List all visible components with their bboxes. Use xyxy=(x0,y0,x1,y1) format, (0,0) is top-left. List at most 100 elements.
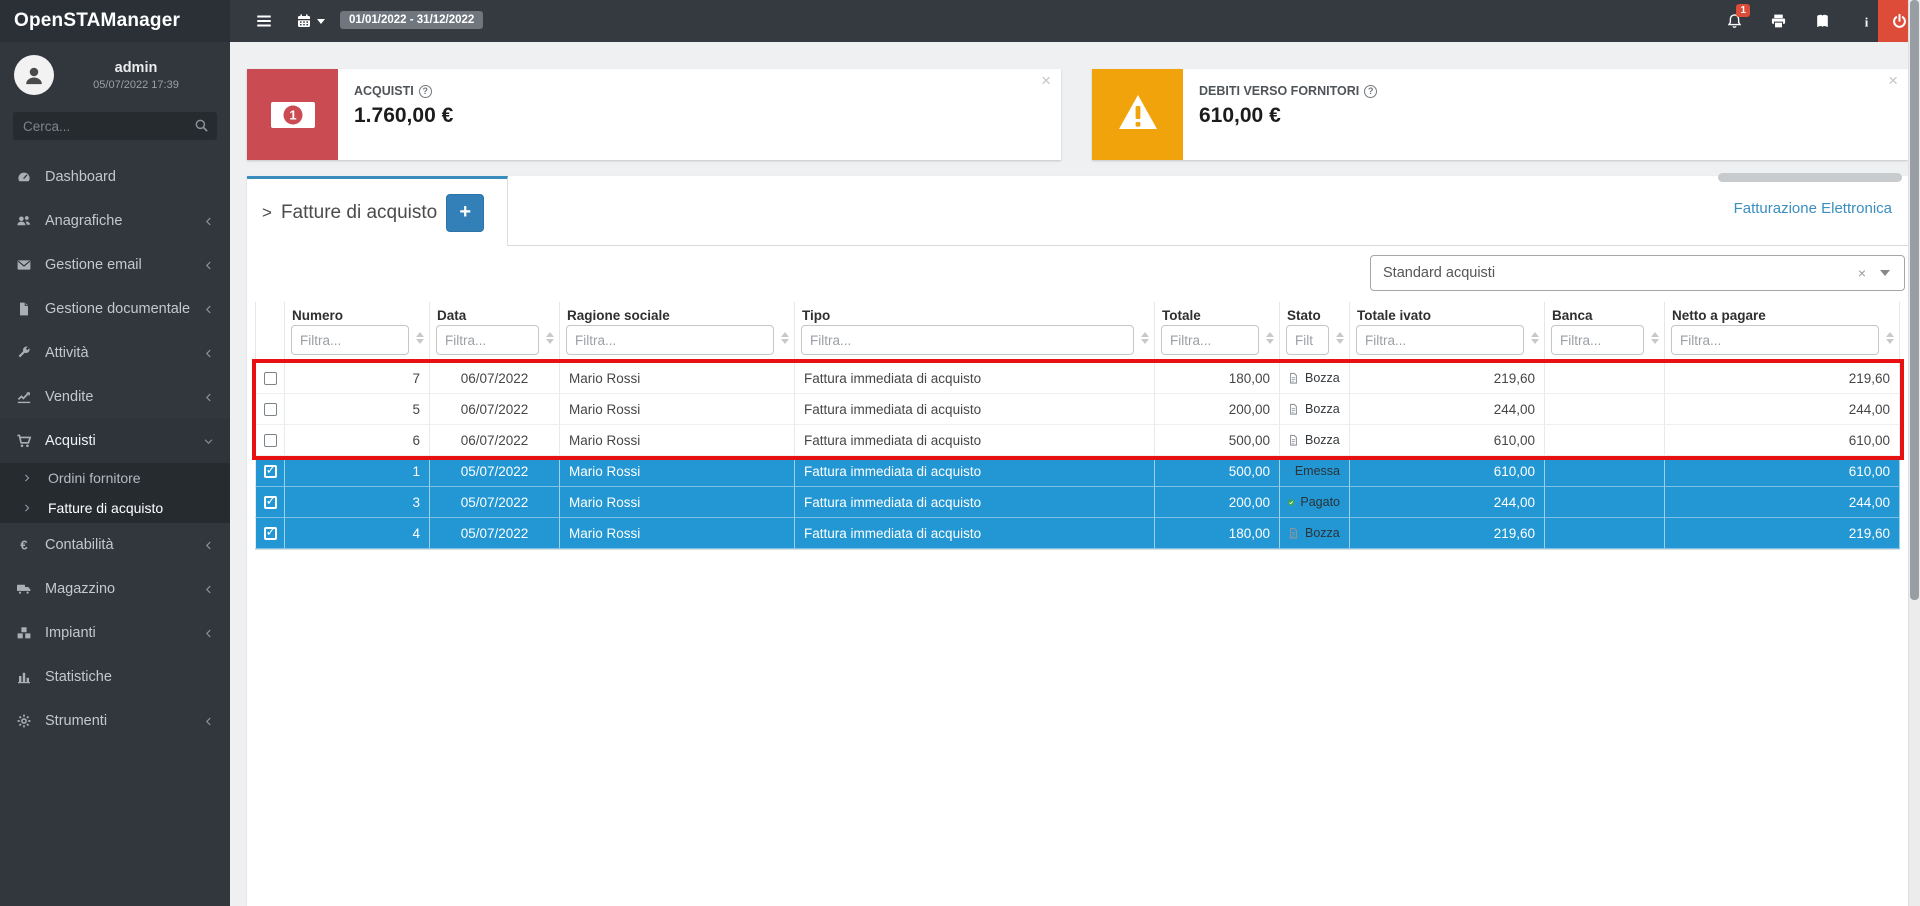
sidebar-item-gestione-email[interactable]: Gestione email xyxy=(0,243,230,287)
avatar[interactable] xyxy=(14,55,54,95)
filter-input-numero[interactable] xyxy=(291,325,409,355)
sort-arrows[interactable] xyxy=(416,332,424,344)
sort-arrows[interactable] xyxy=(1141,332,1149,344)
sort-arrows[interactable] xyxy=(781,332,789,344)
invoice-row[interactable]: 405/07/2022Mario RossiFattura immediata … xyxy=(255,518,1900,549)
sort-arrows[interactable] xyxy=(1886,332,1894,344)
bell-button[interactable]: 1 xyxy=(1712,0,1756,42)
column-header[interactable]: Tipo xyxy=(795,302,1155,323)
help-icon: ? xyxy=(1364,85,1377,98)
filter-input-totale[interactable] xyxy=(1161,325,1259,355)
money-bill-icon: 1 xyxy=(267,89,319,141)
cell-tipo: Fattura immediata di acquisto xyxy=(795,487,1155,518)
truck-icon xyxy=(16,581,32,597)
sidebar-item-gestione-documentale[interactable]: Gestione documentale xyxy=(0,287,230,331)
sidebar-item-dashboard[interactable]: Dashboard xyxy=(0,155,230,199)
sidebar-menu: DashboardAnagraficheGestione emailGestio… xyxy=(0,155,230,743)
cell-stato: Bozza xyxy=(1280,394,1350,425)
invoice-row[interactable]: 105/07/2022Mario RossiFattura immediata … xyxy=(255,456,1900,487)
column-header[interactable]: Numero xyxy=(285,302,430,323)
sidebar-item-strumenti[interactable]: Strumenti xyxy=(0,699,230,743)
sidebar-item-magazzino[interactable]: Magazzino xyxy=(0,567,230,611)
filter-input-banca[interactable] xyxy=(1551,325,1644,355)
invoice-row[interactable]: 305/07/2022Mario RossiFattura immediata … xyxy=(255,487,1900,518)
add-invoice-button[interactable]: + xyxy=(446,194,484,232)
select-value: Standard acquisti xyxy=(1371,265,1844,281)
sidebar-item-attivit-[interactable]: Attività xyxy=(0,331,230,375)
user-name: admin xyxy=(54,60,218,76)
help-icon: ? xyxy=(419,85,432,98)
filter-input-ragione-sociale[interactable] xyxy=(566,325,774,355)
info-box-label: DEBITI VERSO FORNITORI xyxy=(1199,84,1359,98)
search-input[interactable] xyxy=(12,111,218,141)
row-checkbox[interactable] xyxy=(264,527,277,540)
column-header[interactable]: Stato xyxy=(1280,302,1350,323)
sidebar-toggle-button[interactable] xyxy=(244,0,284,42)
hamburger-icon xyxy=(255,12,273,30)
column-header[interactable]: Totale ivato xyxy=(1350,302,1545,323)
chev-left-icon xyxy=(203,584,214,595)
close-icon[interactable]: × xyxy=(1041,71,1051,91)
sidebar-item-statistiche[interactable]: Statistiche xyxy=(0,655,230,699)
date-range-button[interactable] xyxy=(284,0,336,42)
select-clear-icon[interactable]: × xyxy=(1844,265,1880,281)
filter-input-data[interactable] xyxy=(436,325,539,355)
cell-netto_a_pagare: 244,00 xyxy=(1665,487,1900,518)
column-header[interactable]: Banca xyxy=(1545,302,1665,323)
column-header[interactable]: Totale xyxy=(1155,302,1280,323)
column-header[interactable]: Data xyxy=(430,302,560,323)
filter-input-stato[interactable] xyxy=(1286,325,1329,355)
search-icon xyxy=(194,118,209,133)
date-range-badge[interactable]: 01/01/2022 - 31/12/2022 xyxy=(340,11,483,29)
sidebar-item-contabilit-[interactable]: €Contabilità xyxy=(0,523,230,567)
sidebar-item-label: Contabilità xyxy=(45,537,203,553)
row-checkbox[interactable] xyxy=(264,372,277,385)
row-checkbox[interactable] xyxy=(264,434,277,447)
invoice-row[interactable]: 606/07/2022Mario RossiFattura immediata … xyxy=(255,425,1900,456)
sidebar-item-anagrafiche[interactable]: Anagrafiche xyxy=(0,199,230,243)
info-box-label: ACQUISTI xyxy=(354,84,414,98)
cell-banca xyxy=(1545,394,1665,425)
sidebar-subitem-ordini-fornitore[interactable]: Ordini fornitore xyxy=(0,463,230,493)
column-header[interactable]: Netto a pagare xyxy=(1665,302,1900,323)
cell-stato: Emessa xyxy=(1280,456,1350,487)
cell-ragione_sociale: Mario Rossi xyxy=(560,425,795,456)
chev-left-icon xyxy=(203,392,214,403)
sort-arrows[interactable] xyxy=(546,332,554,344)
fatturazione-elettronica-link[interactable]: Fatturazione Elettronica xyxy=(1734,200,1892,217)
printer-button[interactable] xyxy=(1756,0,1800,42)
openstamanager-app: OpenSTAManager 01/01/2022 - 31/12/2022 1… xyxy=(0,0,1920,906)
print-template-select[interactable]: Standard acquisti × xyxy=(1370,255,1905,291)
sort-arrows[interactable] xyxy=(1531,332,1539,344)
status-badge: Emessa xyxy=(1295,464,1340,478)
scrollbar-thumb[interactable] xyxy=(1910,0,1919,600)
filter-input-totale-ivato[interactable] xyxy=(1356,325,1524,355)
cell-stato: Bozza xyxy=(1280,363,1350,394)
filter-input-tipo[interactable] xyxy=(801,325,1134,355)
book-button[interactable] xyxy=(1800,0,1844,42)
chev-right-icon xyxy=(22,473,32,483)
invoice-row[interactable]: 506/07/2022Mario RossiFattura immediata … xyxy=(255,394,1900,425)
filter-input-netto-a-pagare[interactable] xyxy=(1671,325,1879,355)
user-timestamp: 05/07/2022 17:39 xyxy=(54,79,218,91)
money-bill-icon: 1 xyxy=(247,69,338,160)
sidebar-subitem-label: Ordini fornitore xyxy=(48,470,141,486)
row-checkbox[interactable] xyxy=(264,465,277,478)
close-icon[interactable]: × xyxy=(1888,71,1898,91)
column-header[interactable]: Ragione sociale xyxy=(560,302,795,323)
sort-arrows[interactable] xyxy=(1266,332,1274,344)
chevron-down-icon xyxy=(1880,270,1890,276)
sidebar-item-acquisti[interactable]: Acquisti xyxy=(0,419,230,463)
sidebar-item-vendite[interactable]: Vendite xyxy=(0,375,230,419)
tab-fatture-di-acquisto[interactable]: > Fatture di acquisto + xyxy=(247,176,508,246)
sidebar-subitem-fatture-di-acquisto[interactable]: Fatture di acquisto xyxy=(0,493,230,523)
row-checkbox[interactable] xyxy=(264,403,277,416)
sidebar-item-impianti[interactable]: Impianti xyxy=(0,611,230,655)
invoice-row[interactable]: 706/07/2022Mario RossiFattura immediata … xyxy=(255,363,1900,394)
cell-banca xyxy=(1545,518,1665,549)
page-scrollbar[interactable] xyxy=(1908,0,1920,906)
sort-arrows[interactable] xyxy=(1651,332,1659,344)
row-checkbox[interactable] xyxy=(264,496,277,509)
scrollbar-pill[interactable] xyxy=(1718,173,1902,182)
sort-arrows[interactable] xyxy=(1336,332,1344,344)
